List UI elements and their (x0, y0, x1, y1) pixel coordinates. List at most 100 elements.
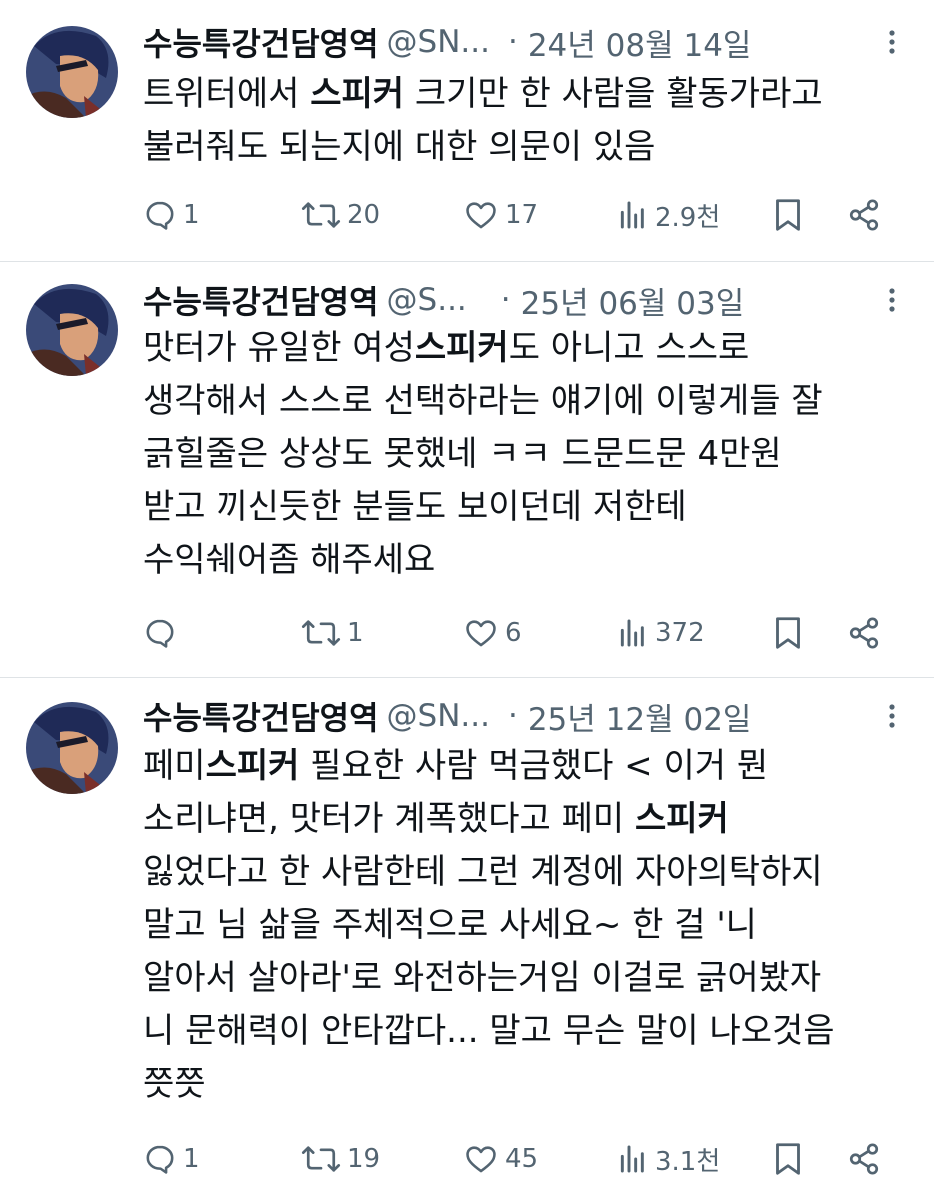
like-count: 45 (505, 1144, 539, 1174)
tweet-text-line: 받고 끼신듯한 분들도 보이던데 저한테 (143, 481, 914, 534)
highlighted-keyword: 스피커 (205, 746, 300, 786)
display-name[interactable]: 수능특강건담영역 (143, 19, 379, 65)
like-button[interactable]: 6 (463, 610, 522, 656)
tweet-text-line: 긁힐줄은 상상도 못했네 ㅋㅋ 드문드문 4만원 (143, 428, 914, 481)
text-segment: 페미 (143, 746, 206, 786)
avatar[interactable] (26, 702, 118, 794)
tweet-text: 맛터가 유일한 여성스피커도 아니고 스스로생각해서 스스로 선택하라는 얘기에… (143, 322, 914, 587)
reply-button[interactable]: 1 (143, 1136, 200, 1182)
tweet-text-line: 불러줘도 되는지에 대한 의문이 있음 (143, 121, 914, 174)
retweet-button[interactable]: 1 (301, 610, 364, 656)
reply-icon (146, 201, 174, 230)
avatar-image (26, 26, 118, 118)
user-handle[interactable]: @SN... (387, 698, 490, 734)
retweet-icon (301, 1146, 341, 1172)
display-name[interactable]: 수능특강건담영역 (143, 693, 379, 739)
text-segment: 생각해서 스스로 선택하라는 얘기에 이렇게들 잘 (143, 381, 823, 421)
views-count: 2.9천 (655, 202, 721, 233)
text-segment: 맛터가 유일한 여성 (143, 328, 415, 368)
share-button[interactable] (847, 192, 881, 238)
tweet-text-line: 소리냐면, 맛터가 계폭했다고 페미 스피커 (143, 793, 914, 846)
share-icon (849, 1143, 879, 1175)
bookmark-icon (776, 617, 800, 649)
retweet-button[interactable]: 20 (301, 192, 380, 238)
bookmark-button[interactable] (773, 610, 803, 656)
bookmark-button[interactable] (773, 1136, 803, 1182)
tweet-date[interactable]: 25년 06월 03일 (521, 278, 745, 323)
text-segment: 잃었다고 한 사람한테 그런 계정에 자아의탁하지 (143, 852, 823, 892)
retweet-icon (301, 202, 341, 228)
bookmark-button[interactable] (773, 192, 803, 238)
tweet-text: 페미스피커 필요한 사람 먹금했다 < 이거 뭔 소리냐면, 맛터가 계폭했다고 … (143, 740, 914, 1111)
share-button[interactable] (847, 610, 881, 656)
text-segment: 필요한 사람 먹금했다 < 이거 뭔 (299, 746, 769, 786)
tweet-text-line: 맛터가 유일한 여성스피커도 아니고 스스로 (143, 322, 914, 375)
retweet-count: 19 (347, 1144, 381, 1174)
tweet-text-line: 페미스피커 필요한 사람 먹금했다 < 이거 뭔 (143, 740, 914, 793)
retweet-button[interactable]: 19 (301, 1136, 380, 1182)
tweet-text-line: 니 문해력이 안타깝다... 말고 무슨 말이 나오것음 (143, 1005, 914, 1058)
tweet-text-line: 수익쉐어좀 해주세요 (143, 534, 914, 587)
like-button[interactable]: 17 (463, 192, 538, 238)
bookmark-icon (776, 1143, 800, 1175)
views-icon (620, 201, 644, 229)
reply-count: 1 (183, 200, 200, 230)
like-count: 17 (505, 200, 539, 230)
more-icon[interactable] (880, 694, 904, 738)
action-bar: 1 19 45 3.1천 (143, 1136, 894, 1182)
tweet-text-line: 생각해서 스스로 선택하라는 얘기에 이렇게들 잘 (143, 375, 914, 428)
highlighted-keyword: 스피커 (634, 799, 729, 839)
views-count: 372 (655, 618, 705, 648)
views-button[interactable]: 2.9천 (617, 192, 720, 238)
tweet-text-line: 알아서 살아라'로 와전하는거임 이걸로 긁어봤자 (143, 952, 914, 1005)
like-button[interactable]: 45 (463, 1136, 538, 1182)
separator: · (507, 24, 518, 60)
display-name[interactable]: 수능특강건담영역 (143, 277, 379, 323)
separator: · (500, 282, 511, 318)
avatar[interactable] (26, 284, 118, 376)
views-button[interactable]: 3.1천 (617, 1136, 720, 1182)
bookmark-icon (776, 199, 800, 231)
avatar-image (26, 702, 118, 794)
avatar[interactable] (26, 26, 118, 118)
user-handle[interactable]: @SN... (387, 24, 490, 60)
share-icon (849, 617, 879, 649)
text-segment: 소리냐면, 맛터가 계폭했다고 페미 (143, 799, 635, 839)
text-segment: 쯧쯧 (143, 1064, 206, 1104)
text-segment: 긁힐줄은 상상도 못했네 ㅋㅋ 드문드문 4만원 (143, 434, 782, 474)
separator: · (507, 698, 518, 734)
tweet-2[interactable]: 수능특강건담영역 @S... · 25년 06월 03일 맛터가 유일한 여성스… (0, 262, 934, 678)
tweet-text-line: 잃었다고 한 사람한테 그런 계정에 자아의탁하지 (143, 846, 914, 899)
tweet-3[interactable]: 수능특강건담영역 @SN... · 25년 12월 02일 페미스피커 필요한 … (0, 678, 934, 1200)
heart-icon (466, 202, 496, 229)
more-icon[interactable] (880, 20, 904, 64)
reply-icon (146, 1145, 174, 1174)
tweet-date[interactable]: 25년 12월 02일 (528, 694, 752, 739)
reply-button[interactable] (143, 610, 183, 656)
views-icon (620, 619, 644, 647)
views-icon (620, 1145, 644, 1173)
share-button[interactable] (847, 1136, 881, 1182)
text-segment: 말고 님 삶을 주체적으로 사세요~ 한 걸 '니 (143, 905, 757, 945)
like-count: 6 (505, 618, 522, 648)
reply-count: 1 (183, 1144, 200, 1174)
highlighted-keyword: 스피커 (310, 74, 405, 114)
tweet-1[interactable]: 수능특강건담영역 @SN... · 24년 08월 14일 트위터에서 스피커 … (0, 0, 934, 262)
more-icon[interactable] (880, 278, 904, 322)
retweet-icon (301, 620, 341, 646)
tweet-date[interactable]: 24년 08월 14일 (528, 20, 752, 65)
tweet-text: 트위터에서 스피커 크기만 한 사람을 활동가라고 불러줘도 되는지에 대한 의문… (143, 68, 914, 174)
retweet-count: 1 (347, 618, 364, 648)
tweet-text-line: 말고 님 삶을 주체적으로 사세요~ 한 걸 '니 (143, 899, 914, 952)
heart-icon (466, 1146, 496, 1173)
reply-button[interactable]: 1 (143, 192, 200, 238)
tweet-text-line: 쯧쯧 (143, 1058, 914, 1111)
text-segment: 니 문해력이 안타깝다... 말고 무슨 말이 나오것음 (143, 1011, 835, 1051)
text-segment: 불러줘도 되는지에 대한 의문이 있음 (143, 127, 656, 167)
action-bar: 1 6 372 (143, 610, 894, 656)
views-button[interactable]: 372 (617, 610, 705, 656)
retweet-count: 20 (347, 200, 381, 230)
user-handle[interactable]: @S... (387, 282, 467, 318)
text-segment: 알아서 살아라'로 와전하는거임 이걸로 긁어봤자 (143, 958, 822, 998)
reply-icon (146, 619, 174, 648)
